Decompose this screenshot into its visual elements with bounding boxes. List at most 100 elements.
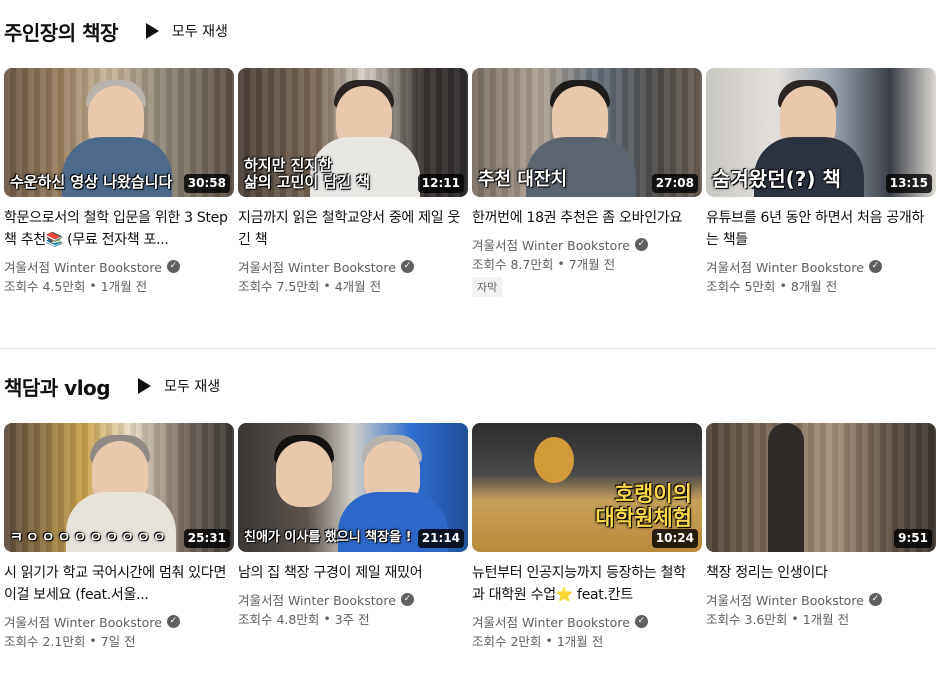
upload-age: 4개월 전 bbox=[334, 279, 382, 294]
shelf-title[interactable]: 책담과 vlog bbox=[4, 372, 111, 401]
channel-label: 겨울서점 Winter Bookstore bbox=[472, 238, 630, 253]
video-title[interactable]: 시 읽기가 학교 국어시간에 멈춰 있다면 이걸 보세요 (feat.서울... bbox=[4, 562, 234, 606]
view-count: 조회수 4.8만회 bbox=[238, 612, 320, 627]
shelf-title[interactable]: 주인장의 책장 bbox=[4, 17, 118, 46]
video-card[interactable]: 하지만 진지한 삶의 고민이 담긴 책 12:11 지금까지 읽은 철학교양서 … bbox=[238, 68, 468, 297]
thumbnail-overlay-text: 친애가 이사를 했으니 책장을 ! bbox=[244, 530, 412, 546]
video-thumbnail[interactable]: ㅋㅇㅇㅇㅇㅇㅇㅇㅇㅇ 25:31 bbox=[4, 423, 234, 552]
video-meta: 조회수 2.1만회 • 7일 전 bbox=[4, 633, 136, 649]
thumbnail-overlay-text: 숨겨왔던(?) 책 bbox=[712, 167, 841, 191]
video-thumbnail[interactable]: 수운하신 영상 나왔습니다 30:58 bbox=[4, 68, 234, 197]
upload-age: 7개월 전 bbox=[568, 257, 616, 272]
view-count: 조회수 7.5만회 bbox=[238, 279, 320, 294]
video-card[interactable]: 호랭이의 대학원체험 10:24 뉴턴부터 인공지능까지 등장하는 철학과 대학… bbox=[472, 423, 702, 650]
play-all-label: 모두 재생 bbox=[171, 24, 228, 40]
upload-age: 7일 전 bbox=[100, 634, 136, 649]
play-icon bbox=[145, 23, 159, 39]
view-count: 조회수 5만회 bbox=[706, 279, 776, 294]
verified-check-icon: ✓ bbox=[400, 260, 414, 273]
verified-check-icon: ✓ bbox=[868, 593, 882, 606]
video-title[interactable]: 지금까지 읽은 철학교양서 중에 제일 웃긴 책 bbox=[238, 207, 468, 251]
channel-label: 겨울서점 Winter Bookstore bbox=[238, 593, 396, 608]
verified-check-icon: ✓ bbox=[166, 615, 180, 628]
play-all-button[interactable]: 모두 재생 bbox=[145, 21, 228, 41]
video-card[interactable]: 추천 대잔치 27:08 한꺼번에 18권 추천은 좀 오바인가요 겨울서점 W… bbox=[472, 68, 702, 297]
duration-badge: 27:08 bbox=[651, 174, 698, 193]
view-count: 조회수 8.7만회 bbox=[472, 257, 554, 272]
video-meta: 조회수 3.6만회 • 1개월 전 bbox=[706, 611, 850, 627]
channel-name[interactable]: 겨울서점 Winter Bookstore ✓ bbox=[472, 612, 702, 631]
channel-name[interactable]: 겨울서점 Winter Bookstore ✓ bbox=[4, 612, 234, 631]
video-grid: 수운하신 영상 나왔습니다 30:58 학문으로서의 철학 입문을 위한 3 S… bbox=[4, 68, 936, 297]
video-title[interactable]: 책장 정리는 인생이다 bbox=[706, 562, 936, 584]
video-thumbnail[interactable]: 숨겨왔던(?) 책 13:15 bbox=[706, 68, 936, 197]
play-icon bbox=[138, 378, 152, 394]
shelf-header: 주인장의 책장 모두 재생 bbox=[4, 16, 228, 46]
shelf-divider bbox=[0, 348, 936, 349]
thumbnail-overlay-text: 수운하신 영상 나왔습니다 bbox=[10, 172, 173, 191]
video-meta: 조회수 4.8만회 • 3주 전 bbox=[238, 611, 370, 627]
subtitles-badge: 자막 bbox=[472, 277, 503, 297]
video-meta: 조회수 7.5만회 • 4개월 전 bbox=[238, 278, 382, 294]
channel-label: 겨울서점 Winter Bookstore bbox=[238, 260, 396, 275]
view-count: 조회수 2만회 bbox=[472, 634, 542, 649]
duration-badge: 25:31 bbox=[183, 529, 230, 548]
upload-age: 3주 전 bbox=[334, 612, 370, 627]
thumbnail-overlay-text: 추천 대잔치 bbox=[478, 169, 568, 191]
channel-name[interactable]: 겨울서점 Winter Bookstore ✓ bbox=[4, 257, 234, 276]
channel-label: 겨울서점 Winter Bookstore bbox=[706, 260, 864, 275]
thumbnail-overlay-text: 호랭이의 대학원체험 bbox=[595, 481, 692, 530]
verified-check-icon: ✓ bbox=[634, 238, 648, 251]
video-meta: 조회수 5만회 • 8개월 전 bbox=[706, 278, 838, 294]
video-title[interactable]: 남의 집 책장 구경이 제일 재밌어 bbox=[238, 562, 468, 584]
video-meta: 조회수 8.7만회 • 7개월 전 bbox=[472, 256, 616, 272]
thumbnail-overlay-text: ㅋㅇㅇㅇㅇㅇㅇㅇㅇㅇ bbox=[10, 529, 169, 546]
video-thumbnail[interactable]: 추천 대잔치 27:08 bbox=[472, 68, 702, 197]
view-count: 조회수 2.1만회 bbox=[4, 634, 86, 649]
video-title[interactable]: 뉴턴부터 인공지능까지 등장하는 철학과 대학원 수업⭐ feat.칸트 bbox=[472, 562, 702, 606]
video-card[interactable]: 9:51 책장 정리는 인생이다 겨울서점 Winter Bookstore ✓ … bbox=[706, 423, 936, 650]
play-all-label: 모두 재생 bbox=[164, 379, 221, 395]
video-title[interactable]: 유튜브를 6년 동안 하면서 처음 공개하는 책들 bbox=[706, 207, 936, 251]
duration-badge: 9:51 bbox=[894, 529, 932, 548]
video-thumbnail[interactable]: 하지만 진지한 삶의 고민이 담긴 책 12:11 bbox=[238, 68, 468, 197]
bear-figure bbox=[534, 437, 574, 483]
video-thumbnail[interactable]: 호랭이의 대학원체험 10:24 bbox=[472, 423, 702, 552]
view-count: 조회수 4.5만회 bbox=[4, 279, 86, 294]
video-card[interactable]: 친애가 이사를 했으니 책장을 ! 21:14 남의 집 책장 구경이 제일 재… bbox=[238, 423, 468, 650]
duration-badge: 30:58 bbox=[183, 174, 230, 193]
channel-name[interactable]: 겨울서점 Winter Bookstore ✓ bbox=[706, 257, 936, 276]
channel-name[interactable]: 겨울서점 Winter Bookstore ✓ bbox=[472, 235, 702, 254]
duration-badge: 12:11 bbox=[417, 174, 464, 193]
video-card[interactable]: ㅋㅇㅇㅇㅇㅇㅇㅇㅇㅇ 25:31 시 읽기가 학교 국어시간에 멈춰 있다면 이… bbox=[4, 423, 234, 650]
duration-badge: 13:15 bbox=[885, 174, 932, 193]
channel-label: 겨울서점 Winter Bookstore bbox=[4, 615, 162, 630]
video-card[interactable]: 수운하신 영상 나왔습니다 30:58 학문으로서의 철학 입문을 위한 3 S… bbox=[4, 68, 234, 297]
channel-name[interactable]: 겨울서점 Winter Bookstore ✓ bbox=[238, 590, 468, 609]
channel-name[interactable]: 겨울서점 Winter Bookstore ✓ bbox=[238, 257, 468, 276]
verified-check-icon: ✓ bbox=[868, 260, 882, 273]
verified-check-icon: ✓ bbox=[166, 260, 180, 273]
channel-label: 겨울서점 Winter Bookstore bbox=[4, 260, 162, 275]
upload-age: 1개월 전 bbox=[802, 612, 850, 627]
view-count: 조회수 3.6만회 bbox=[706, 612, 788, 627]
channel-label: 겨울서점 Winter Bookstore bbox=[706, 593, 864, 608]
thumbnail-figure bbox=[768, 423, 804, 552]
upload-age: 1개월 전 bbox=[556, 634, 604, 649]
video-meta: 조회수 2만회 • 1개월 전 bbox=[472, 633, 604, 649]
verified-check-icon: ✓ bbox=[634, 615, 648, 628]
thumbnail-overlay-text: 하지만 진지한 삶의 고민이 담긴 책 bbox=[244, 155, 371, 191]
upload-age: 8개월 전 bbox=[790, 279, 838, 294]
video-card[interactable]: 숨겨왔던(?) 책 13:15 유튜브를 6년 동안 하면서 처음 공개하는 책… bbox=[706, 68, 936, 297]
video-thumbnail[interactable]: 친애가 이사를 했으니 책장을 ! 21:14 bbox=[238, 423, 468, 552]
channel-label: 겨울서점 Winter Bookstore bbox=[472, 615, 630, 630]
duration-badge: 21:14 bbox=[417, 529, 464, 548]
video-thumbnail[interactable]: 9:51 bbox=[706, 423, 936, 552]
shelf-header: 책담과 vlog 모두 재생 bbox=[4, 371, 220, 401]
verified-check-icon: ✓ bbox=[400, 593, 414, 606]
play-all-button[interactable]: 모두 재생 bbox=[138, 376, 220, 396]
video-title[interactable]: 한꺼번에 18권 추천은 좀 오바인가요 bbox=[472, 207, 702, 229]
upload-age: 1개월 전 bbox=[100, 279, 148, 294]
channel-name[interactable]: 겨울서점 Winter Bookstore ✓ bbox=[706, 590, 936, 609]
video-title[interactable]: 학문으로서의 철학 입문을 위한 3 Step 책 추천📚 (무료 전자책 포.… bbox=[4, 207, 234, 251]
